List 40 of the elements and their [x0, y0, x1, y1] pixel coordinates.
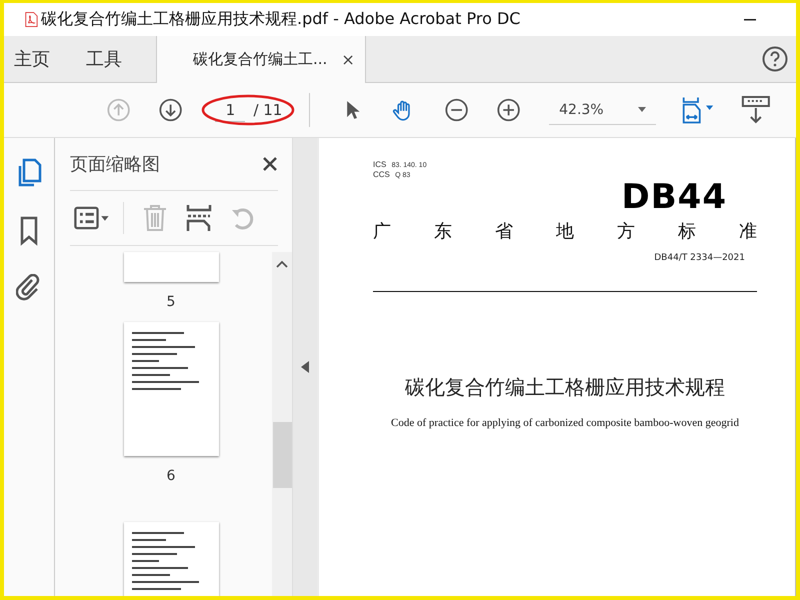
category-character: 方: [617, 220, 635, 243]
category-character: 地: [556, 220, 574, 243]
insert-page-icon[interactable]: [186, 204, 212, 232]
collapse-panel-icon[interactable]: [301, 361, 309, 373]
pdf-file-icon: [24, 11, 38, 28]
options-menu-icon[interactable]: [73, 206, 111, 230]
category-character: 广: [373, 220, 391, 243]
scroll-up-icon[interactable]: [276, 260, 288, 268]
page-thumbnail[interactable]: [124, 252, 218, 282]
document-subtitle: Code of practice for applying of carbonized composite bamboo-woven geogrid: [390, 417, 740, 429]
document-title: 碳化复合竹编土工格栅应用技术规程: [404, 374, 726, 401]
page-count: / 11: [253, 101, 282, 119]
category-character: 东: [434, 220, 452, 243]
caret-icon: [638, 107, 646, 112]
minimize-icon[interactable]: [744, 18, 756, 20]
category-character: 标: [678, 220, 696, 243]
page-number-field[interactable]: 1: [215, 98, 246, 122]
panel-title: 页面缩略图: [70, 153, 160, 176]
zoom-dropdown[interactable]: 42.3%: [549, 96, 656, 124]
zoom-in-icon[interactable]: [496, 97, 520, 123]
document-tab-label[interactable]: 碳化复合竹编土工...: [193, 50, 328, 69]
close-tab-button[interactable]: ×: [341, 50, 355, 69]
page-number: 5: [166, 294, 176, 310]
page-number: 6: [166, 468, 176, 484]
nav-tab[interactable]: 主页: [4, 36, 76, 82]
category-character: 准: [739, 220, 757, 243]
document-tab[interactable]: 碳化复合竹编土工... ×: [156, 36, 366, 83]
pages-icon[interactable]: [16, 158, 42, 188]
close-icon[interactable]: [262, 156, 278, 172]
standard-logo: DB44: [622, 177, 727, 217]
zoom-out-icon[interactable]: [444, 97, 468, 123]
next-page-icon[interactable]: [159, 97, 182, 123]
help-icon[interactable]: [762, 46, 788, 72]
nav-tab[interactable]: 工具: [76, 36, 148, 82]
category-character: 省: [495, 220, 513, 243]
window-title: 碳化复合竹编土工格栅应用技术规程.pdf - Adobe Acrobat Pro DC: [41, 9, 520, 30]
scrollbar-thumb[interactable]: [272, 422, 292, 488]
page-thumbnail[interactable]: [124, 522, 218, 596]
page-thumbnail[interactable]: [124, 322, 218, 456]
standard-number: DB44/T 2334—2021: [654, 253, 745, 263]
